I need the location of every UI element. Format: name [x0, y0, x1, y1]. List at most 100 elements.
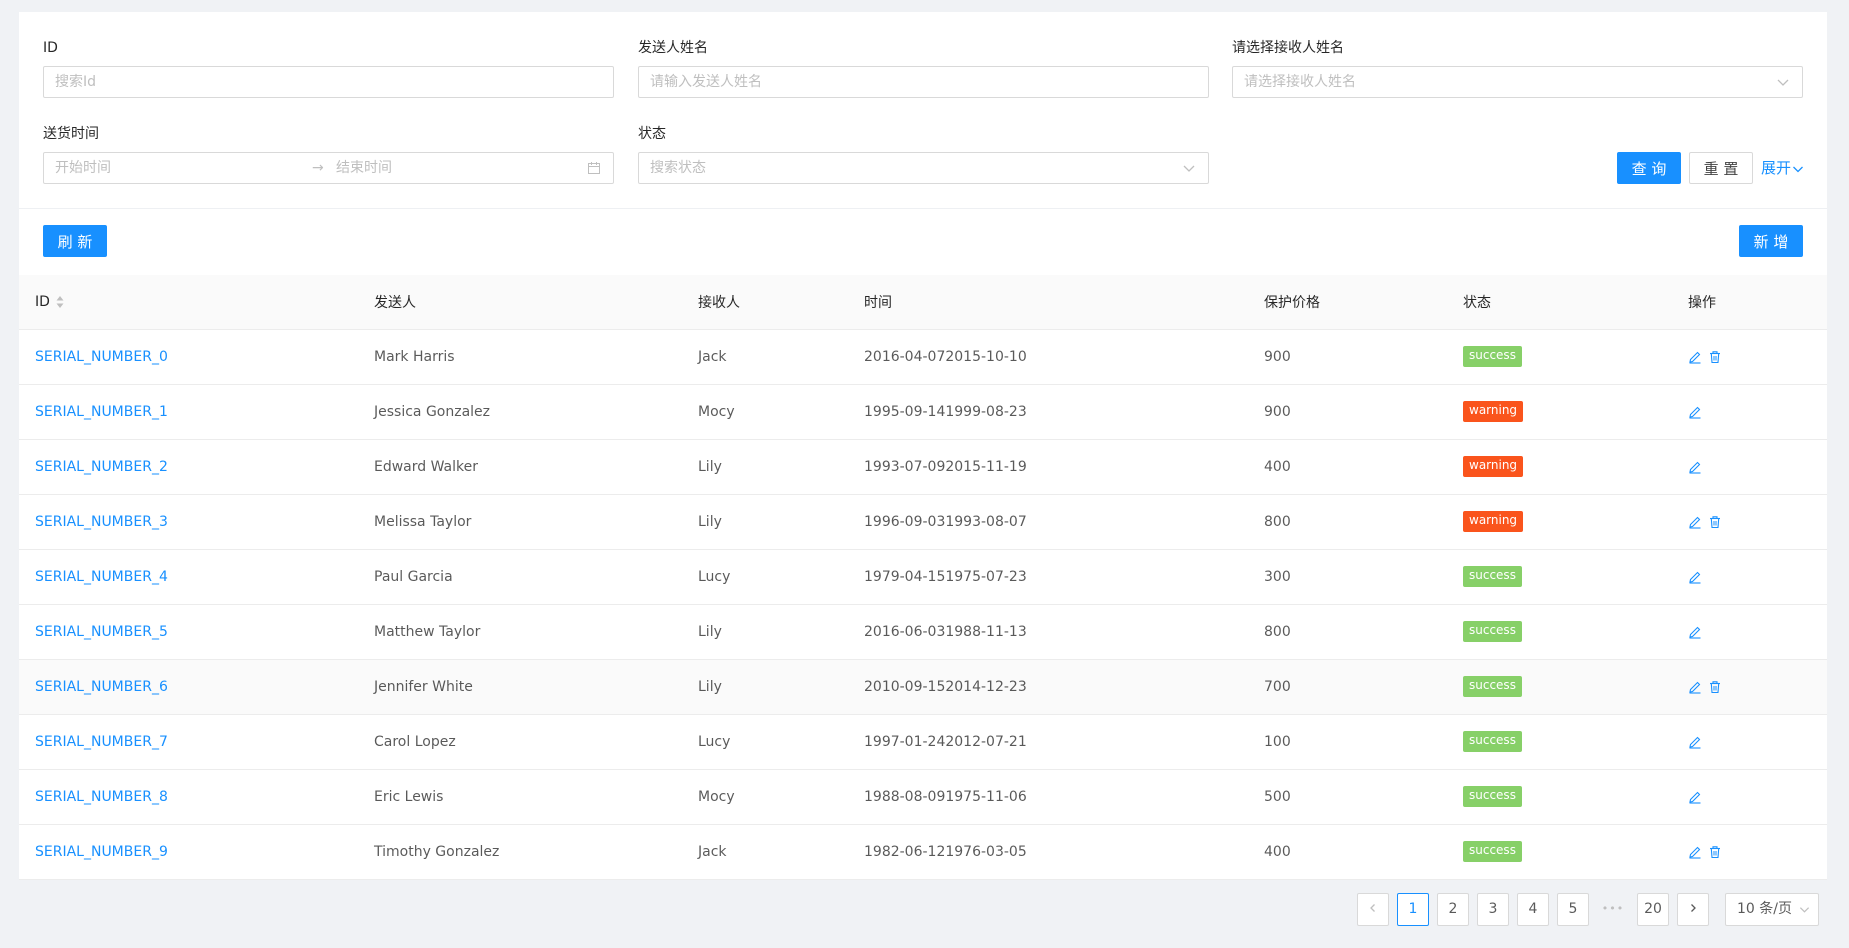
- reset-button[interactable]: 重 置: [1689, 152, 1753, 184]
- row-id-link[interactable]: SERIAL_NUMBER_5: [19, 604, 358, 660]
- row-time: 1995-09-141999-08-23: [848, 384, 1248, 440]
- calendar-icon: [588, 162, 600, 174]
- column-header-price: 保护价格: [1248, 275, 1447, 330]
- row-status: warning: [1447, 384, 1672, 440]
- row-status: success: [1447, 824, 1672, 880]
- row-time: 1996-09-031993-08-07: [848, 494, 1248, 550]
- row-id-link[interactable]: SERIAL_NUMBER_4: [19, 549, 358, 605]
- edit-icon[interactable]: [1688, 515, 1702, 529]
- edit-icon[interactable]: [1688, 625, 1702, 639]
- search-form: ID 搜索Id 发送人姓名 请输入发送人姓名 请选择接收人姓名 请选择接收人姓名…: [19, 12, 1827, 209]
- column-header-id[interactable]: ID: [19, 275, 358, 330]
- range-separator-arrow: →: [312, 160, 324, 176]
- row-time: 1997-01-242012-07-21: [848, 714, 1248, 770]
- row-id-link[interactable]: SERIAL_NUMBER_7: [19, 714, 358, 770]
- status-badge: success: [1463, 841, 1522, 862]
- start-time-placeholder[interactable]: 开始时间: [55, 160, 111, 176]
- page-size-select[interactable]: 10 条/页: [1725, 893, 1819, 926]
- edit-icon[interactable]: [1688, 460, 1702, 474]
- delete-icon[interactable]: [1708, 845, 1722, 859]
- delete-icon[interactable]: [1708, 515, 1722, 529]
- page-4-button[interactable]: 4: [1517, 893, 1549, 926]
- row-status: success: [1447, 604, 1672, 660]
- table-row: SERIAL_NUMBER_6 Jennifer White Lily 2010-09…: [19, 659, 1827, 715]
- page-3-button[interactable]: 3: [1477, 893, 1509, 926]
- row-time: 1979-04-151975-07-23: [848, 549, 1248, 605]
- row-id-link[interactable]: SERIAL_NUMBER_2: [19, 439, 358, 495]
- status-badge: success: [1463, 566, 1522, 587]
- sender-filter-label: 发送人姓名: [638, 40, 708, 56]
- page-5-button[interactable]: 5: [1557, 893, 1589, 926]
- row-receiver: Lucy: [682, 714, 848, 770]
- receiver-filter-label: 请选择接收人姓名: [1232, 40, 1344, 56]
- next-page-button[interactable]: [1677, 893, 1709, 926]
- row-receiver: Lily: [682, 494, 848, 550]
- expand-toggle[interactable]: 展开: [1761, 152, 1804, 184]
- status-badge: success: [1463, 621, 1522, 642]
- column-header-status: 状态: [1447, 275, 1672, 330]
- data-table: ID 发送人 接收人 时间 保护价格 状态 操作 SERIAL_NUMBER_0…: [19, 275, 1827, 880]
- row-actions: [1672, 714, 1827, 770]
- table-row: SERIAL_NUMBER_9 Timothy Gonzalez Jack 1982-…: [19, 824, 1827, 880]
- row-receiver: Lily: [682, 439, 848, 495]
- expand-label: 展开: [1761, 159, 1792, 177]
- table-row: SERIAL_NUMBER_8 Eric Lewis Mocy 1988-08-091…: [19, 769, 1827, 825]
- page-20-button[interactable]: 20: [1637, 893, 1669, 926]
- receiver-filter: 请选择接收人姓名: [1232, 38, 1344, 58]
- end-time-placeholder[interactable]: 结束时间: [336, 153, 392, 183]
- row-actions: [1672, 439, 1827, 495]
- table-row: SERIAL_NUMBER_4 Paul Garcia Lucy 1979-04-15…: [19, 549, 1827, 605]
- edit-icon[interactable]: [1688, 735, 1702, 749]
- refresh-button[interactable]: 刷 新: [43, 225, 107, 257]
- receiver-select[interactable]: 请选择接收人姓名: [1232, 66, 1803, 98]
- status-badge: warning: [1463, 511, 1524, 532]
- row-status: success: [1447, 769, 1672, 825]
- row-sender: Melissa Taylor: [358, 494, 682, 550]
- row-price: 500: [1248, 769, 1447, 825]
- sort-icon[interactable]: [56, 295, 64, 309]
- row-id-link[interactable]: SERIAL_NUMBER_0: [19, 329, 358, 385]
- row-price: 400: [1248, 439, 1447, 495]
- row-id-link[interactable]: SERIAL_NUMBER_9: [19, 824, 358, 880]
- delivery-time-range-picker[interactable]: 开始时间 → 结束时间: [43, 152, 614, 184]
- add-button[interactable]: 新 增: [1739, 225, 1803, 257]
- row-time: 1982-06-121976-03-05: [848, 824, 1248, 880]
- status-badge: warning: [1463, 401, 1524, 422]
- row-actions: [1672, 494, 1827, 550]
- table-row: SERIAL_NUMBER_0 Mark Harris Jack 2016-04-07…: [19, 329, 1827, 385]
- edit-icon[interactable]: [1688, 680, 1702, 694]
- page-2-button[interactable]: 2: [1437, 893, 1469, 926]
- receiver-select-placeholder: 请选择接收人姓名: [1244, 74, 1356, 90]
- row-id-link[interactable]: SERIAL_NUMBER_8: [19, 769, 358, 825]
- delete-icon[interactable]: [1708, 350, 1722, 364]
- sender-name-input[interactable]: 请输入发送人姓名: [638, 66, 1209, 98]
- row-actions: [1672, 329, 1827, 385]
- row-receiver: Lily: [682, 604, 848, 660]
- row-id-link[interactable]: SERIAL_NUMBER_1: [19, 384, 358, 440]
- main-panel: ID 搜索Id 发送人姓名 请输入发送人姓名 请选择接收人姓名 请选择接收人姓名…: [19, 12, 1827, 880]
- row-receiver: Lucy: [682, 549, 848, 605]
- status-badge: success: [1463, 731, 1522, 752]
- edit-icon[interactable]: [1688, 350, 1702, 364]
- column-header-actions: 操作: [1672, 275, 1827, 330]
- row-status: warning: [1447, 494, 1672, 550]
- row-price: 700: [1248, 659, 1447, 715]
- column-header-sender: 发送人: [358, 275, 682, 330]
- pagination-ellipsis[interactable]: •••: [1597, 893, 1629, 926]
- edit-icon[interactable]: [1688, 845, 1702, 859]
- delete-icon[interactable]: [1708, 680, 1722, 694]
- row-id-link[interactable]: SERIAL_NUMBER_6: [19, 659, 358, 715]
- status-select[interactable]: 搜索状态: [638, 152, 1209, 184]
- prev-page-button[interactable]: [1357, 893, 1389, 926]
- edit-icon[interactable]: [1688, 570, 1702, 584]
- row-receiver: Mocy: [682, 769, 848, 825]
- query-button[interactable]: 查 询: [1617, 152, 1681, 184]
- id-search-input[interactable]: 搜索Id: [43, 66, 614, 98]
- edit-icon[interactable]: [1688, 790, 1702, 804]
- row-sender: Matthew Taylor: [358, 604, 682, 660]
- edit-icon[interactable]: [1688, 405, 1702, 419]
- page-1-button[interactable]: 1: [1397, 893, 1429, 926]
- row-id-link[interactable]: SERIAL_NUMBER_3: [19, 494, 358, 550]
- table-toolbar: 刷 新 新 增: [19, 209, 1827, 275]
- chevron-right-icon: [1691, 904, 1696, 912]
